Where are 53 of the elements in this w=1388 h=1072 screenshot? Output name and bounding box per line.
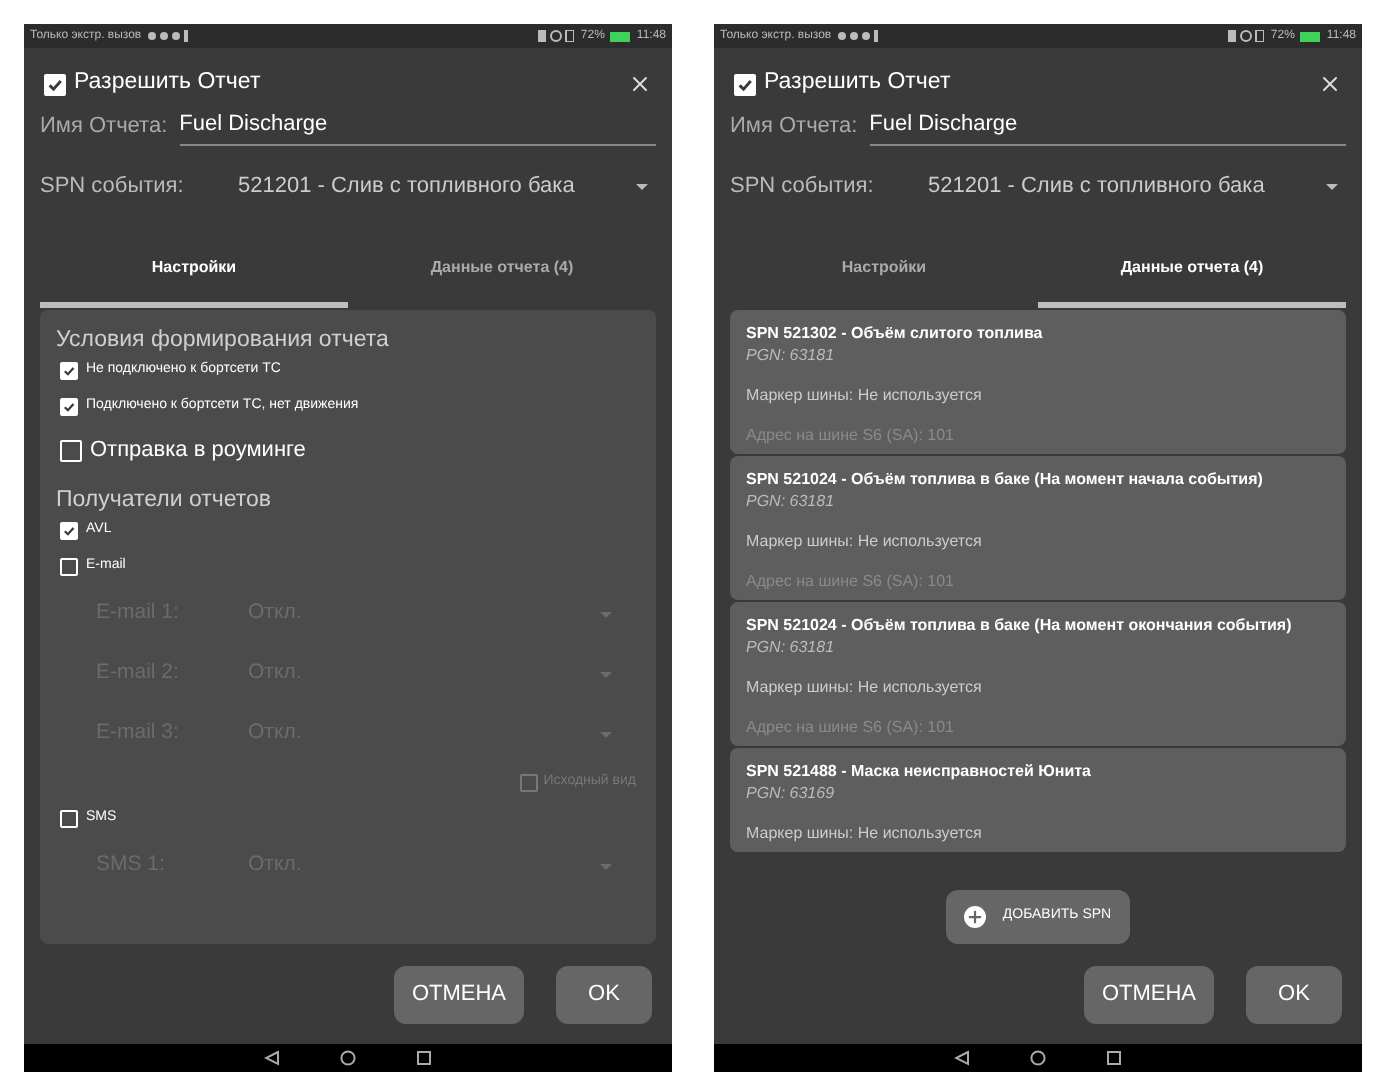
bus-marker-text: Маркер шины: Не используется xyxy=(746,822,984,844)
home-icon[interactable] xyxy=(340,1050,356,1066)
dialog-button[interactable]: ОТМЕНА xyxy=(393,965,524,1023)
spn-event-select[interactable]: SPN события: 521201 - Слив с топливного бака xyxy=(714,146,1362,226)
system-icons xyxy=(538,30,575,42)
check-icon xyxy=(62,523,76,537)
section-heading: Получатели отчетов xyxy=(56,489,272,512)
enable-report-label: Разрешить Отчет xyxy=(74,68,261,99)
checkbox-label: Отправка в роуминге xyxy=(90,435,306,466)
bus-marker-text: Маркер шины: Не используется xyxy=(746,676,984,698)
battery-icon xyxy=(610,31,631,41)
dropdown-caret-icon xyxy=(600,611,612,617)
spn-event-select[interactable]: SPN события: 521201 - Слив с топливного бака xyxy=(24,146,672,226)
check-icon xyxy=(46,75,64,93)
recents-icon[interactable] xyxy=(1106,1050,1122,1066)
bus-marker-text: Маркер шины: Не используется xyxy=(746,530,984,552)
check-icon xyxy=(62,363,76,377)
report-name-field[interactable]: Fuel Discharge xyxy=(869,107,1346,146)
dropdown-caret-icon xyxy=(600,671,612,677)
section-heading: Условия формирования отчета xyxy=(56,329,389,352)
spn-card[interactable]: SPN 521488 - Маска неисправностей Юнита PGN: 63169 Маркер шины: Не используется xyxy=(730,748,1346,852)
check-icon xyxy=(736,75,754,93)
recents-icon[interactable] xyxy=(416,1050,432,1066)
pgn-text: PGN: 63181 xyxy=(746,636,837,658)
spn-title: SPN 521024 - Объём топлива в баке (На момент начала события) xyxy=(746,468,1265,490)
pgn-text: PGN: 63169 xyxy=(746,782,837,804)
dialog-button[interactable]: ОТМЕНА xyxy=(1083,965,1214,1023)
dialog-button[interactable]: OK xyxy=(556,965,652,1023)
pgn-text: PGN: 63181 xyxy=(746,344,837,366)
close-icon[interactable] xyxy=(628,72,652,96)
enable-report-label: Разрешить Отчет xyxy=(764,68,951,99)
spn-title: SPN 521488 - Маска неисправностей Юнита xyxy=(746,760,1093,782)
system-icons xyxy=(1228,30,1265,42)
dropdown-caret-icon xyxy=(600,863,612,869)
report-name-field[interactable]: Fuel Discharge xyxy=(179,107,656,146)
spn-title: SPN 521024 - Объём топлива в баке (На момент окончания события) xyxy=(746,614,1294,636)
back-icon[interactable] xyxy=(264,1050,280,1066)
dropdown-caret-icon xyxy=(600,731,612,737)
dropdown-caret-icon xyxy=(1326,183,1338,189)
tab[interactable]: Данные отчета (4) xyxy=(348,232,656,308)
back-icon[interactable] xyxy=(954,1050,970,1066)
dropdown-caret-icon xyxy=(636,183,648,189)
bus-marker-text: Маркер шины: Не используется xyxy=(746,384,984,406)
report-name-label: Имя Отчета: xyxy=(730,111,858,141)
close-icon[interactable] xyxy=(1318,72,1342,96)
dialog-button[interactable]: OK xyxy=(1246,965,1342,1023)
check-icon xyxy=(62,399,76,413)
pgn-text: PGN: 63181 xyxy=(746,490,837,512)
battery-icon xyxy=(1300,31,1321,41)
report-name-label: Имя Отчета: xyxy=(40,111,168,141)
home-icon[interactable] xyxy=(1030,1050,1046,1066)
spn-title: SPN 521302 - Объём слитого топлива xyxy=(746,322,1045,344)
tab[interactable]: Настройки xyxy=(730,232,1038,308)
